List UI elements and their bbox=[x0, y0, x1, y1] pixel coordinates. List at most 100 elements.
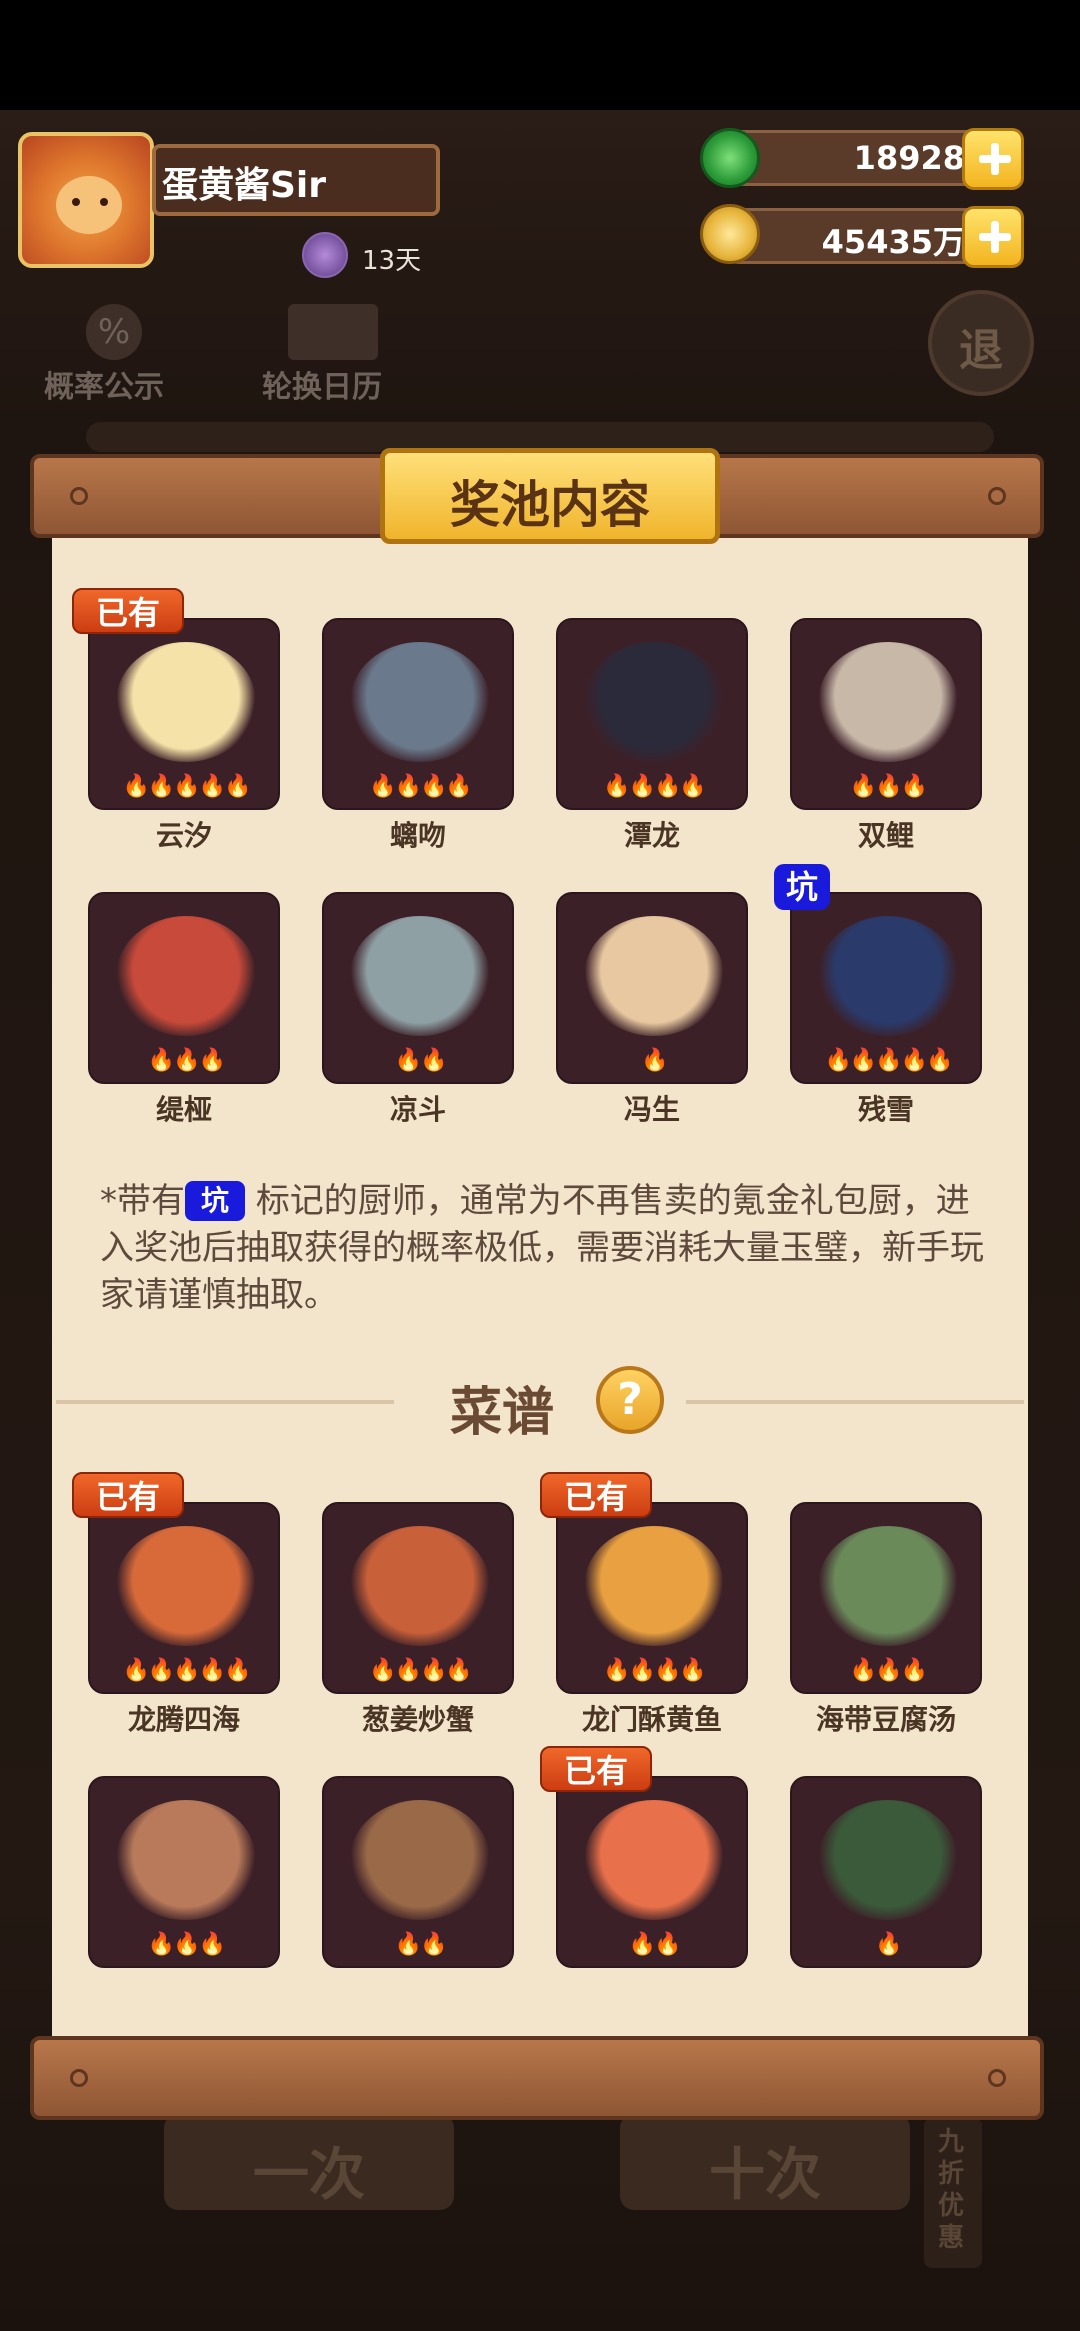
flame-icon: 🔥 bbox=[369, 1658, 396, 1683]
chef-name: 云汐 bbox=[155, 819, 212, 852]
discount-label: 九折优惠 bbox=[938, 2127, 965, 2253]
flame-icon: 🔥 bbox=[641, 1048, 668, 1073]
recipe-name: 龙腾四海 bbox=[127, 1703, 240, 1736]
exit-label: 退 bbox=[959, 325, 1003, 376]
flame-icon: 🔥 bbox=[173, 1658, 200, 1683]
chef-card[interactable]: 🔥🔥🔥🔥🔥 bbox=[88, 618, 280, 810]
flame-icon: 🔥 bbox=[628, 1932, 656, 1957]
flame-icon: 🔥 bbox=[394, 1932, 422, 1957]
chef-portrait bbox=[818, 642, 958, 762]
flame-icon: 🔥 bbox=[875, 774, 902, 799]
recipe-portrait bbox=[818, 1526, 958, 1646]
coin-add-button[interactable] bbox=[962, 206, 1024, 268]
rarity-flames: 🔥🔥 bbox=[324, 1932, 512, 1958]
odds-label: 概率公示 bbox=[44, 370, 164, 405]
coin-amount: 45435万 bbox=[821, 223, 965, 261]
flame-icon: 🔥 bbox=[420, 774, 447, 799]
owned-badge: 已有 bbox=[540, 1472, 653, 1518]
recipe-portrait bbox=[818, 1800, 958, 1920]
flame-icon: 🔥 bbox=[875, 1658, 902, 1683]
calendar-menu-item[interactable]: 轮换日历 bbox=[258, 300, 408, 410]
single-draw-button[interactable]: 一次 bbox=[164, 2114, 454, 2210]
owned-badge: 已有 bbox=[72, 1472, 185, 1518]
rarity-flames: 🔥🔥🔥 bbox=[792, 774, 980, 800]
jade-icon bbox=[700, 128, 760, 188]
exit-button[interactable]: 退 bbox=[928, 290, 1034, 396]
player-nickname: 蛋黄酱Sir bbox=[162, 165, 327, 206]
flame-icon: 🔥 bbox=[198, 1658, 226, 1683]
recipe-card[interactable]: 🔥🔥🔥🔥🔥 bbox=[88, 1502, 280, 1694]
flame-icon: 🔥 bbox=[198, 774, 226, 799]
avatar-eye-left bbox=[72, 198, 80, 206]
flame-icon: 🔥 bbox=[628, 774, 656, 799]
recipe-card[interactable]: 🔥🔥 bbox=[556, 1776, 748, 1968]
recipe-card[interactable]: 🔥🔥🔥 bbox=[88, 1776, 280, 1968]
flame-icon: 🔥 bbox=[173, 1932, 200, 1957]
chef-card[interactable]: 🔥 bbox=[556, 892, 748, 1084]
rarity-flames: 🔥🔥🔥 bbox=[90, 1932, 278, 1958]
companion-icon[interactable] bbox=[302, 232, 348, 278]
ten-draw-label: 十次 bbox=[709, 2143, 821, 2208]
rivet-icon bbox=[988, 487, 1006, 505]
flame-icon: 🔥 bbox=[198, 1932, 226, 1957]
rarity-flames: 🔥🔥🔥 bbox=[90, 1048, 278, 1074]
chef-card[interactable]: 🔥🔥🔥🔥 bbox=[322, 618, 514, 810]
flame-icon: 🔥 bbox=[628, 1658, 656, 1683]
pit-inline-tag: 坑 bbox=[185, 1181, 245, 1221]
rarity-flames: 🔥🔥🔥🔥🔥 bbox=[792, 1048, 980, 1074]
chef-card[interactable]: 🔥🔥🔥 bbox=[790, 618, 982, 810]
flame-icon: 🔥 bbox=[679, 774, 706, 799]
flame-icon: 🔥 bbox=[875, 1048, 902, 1073]
chef-portrait bbox=[584, 642, 724, 762]
divider-left bbox=[56, 1400, 394, 1404]
discount-badge: 九折优惠 bbox=[924, 2118, 982, 2268]
calendar-icon bbox=[288, 304, 378, 360]
panel-title: 奖池内容 bbox=[450, 476, 650, 534]
chef-name: 凉斗 bbox=[389, 1093, 446, 1126]
chef-card[interactable]: 🔥🔥🔥🔥🔥 bbox=[790, 892, 982, 1084]
chef-card[interactable]: 🔥🔥🔥🔥 bbox=[556, 618, 748, 810]
flame-icon: 🔥 bbox=[147, 1932, 175, 1957]
recipe-card[interactable]: 🔥🔥🔥🔥 bbox=[322, 1502, 514, 1694]
flame-icon: 🔥 bbox=[849, 1658, 877, 1683]
flame-icon: 🔥 bbox=[824, 1048, 851, 1073]
rivet-icon bbox=[70, 487, 88, 505]
flame-icon: 🔥 bbox=[445, 774, 472, 799]
chef-card[interactable]: 🔥🔥🔥 bbox=[88, 892, 280, 1084]
chef-name: 双鲤 bbox=[857, 819, 914, 852]
recipe-portrait bbox=[584, 1526, 724, 1646]
chef-card[interactable]: 🔥🔥 bbox=[322, 892, 514, 1084]
jade-add-button[interactable] bbox=[962, 128, 1024, 190]
odds-menu-item[interactable]: % 概率公示 bbox=[40, 300, 190, 410]
avatar-eye-right bbox=[100, 198, 108, 206]
pit-badge: 坑 bbox=[774, 864, 830, 910]
rarity-flames: 🔥🔥🔥🔥 bbox=[324, 1658, 512, 1684]
flame-icon: 🔥 bbox=[654, 1932, 681, 1957]
flame-icon: 🔥 bbox=[603, 774, 630, 799]
recipe-portrait bbox=[584, 1800, 724, 1920]
chef-portrait bbox=[818, 916, 958, 1036]
flame-icon: 🔥 bbox=[394, 774, 422, 799]
rarity-flames: 🔥🔥🔥🔥🔥 bbox=[90, 774, 278, 800]
player-avatar[interactable] bbox=[18, 132, 154, 268]
recipe-card[interactable]: 🔥 bbox=[790, 1776, 982, 1968]
ten-draw-button[interactable]: 十次 bbox=[620, 2114, 910, 2210]
recipe-card[interactable]: 🔥🔥🔥 bbox=[790, 1502, 982, 1694]
single-draw-label: 一次 bbox=[253, 2143, 365, 2208]
flame-icon: 🔥 bbox=[926, 1048, 953, 1073]
chef-portrait bbox=[350, 642, 490, 762]
rarity-flames: 🔥🔥🔥🔥 bbox=[324, 774, 512, 800]
flame-icon: 🔥 bbox=[900, 774, 928, 799]
rarity-flames: 🔥🔥🔥 bbox=[792, 1658, 980, 1684]
flame-icon: 🔥 bbox=[394, 1658, 422, 1683]
flame-icon: 🔥 bbox=[420, 1658, 447, 1683]
flame-icon: 🔥 bbox=[224, 774, 251, 799]
recipe-card[interactable]: 🔥🔥🔥🔥 bbox=[556, 1502, 748, 1694]
help-icon[interactable]: ? bbox=[596, 1366, 664, 1434]
chef-name: 冯生 bbox=[623, 1093, 680, 1126]
flame-icon: 🔥 bbox=[679, 1658, 706, 1683]
flame-icon: 🔥 bbox=[147, 1048, 175, 1073]
flame-icon: 🔥 bbox=[603, 1658, 630, 1683]
recipe-card[interactable]: 🔥🔥 bbox=[322, 1776, 514, 1968]
flame-icon: 🔥 bbox=[394, 1048, 422, 1073]
